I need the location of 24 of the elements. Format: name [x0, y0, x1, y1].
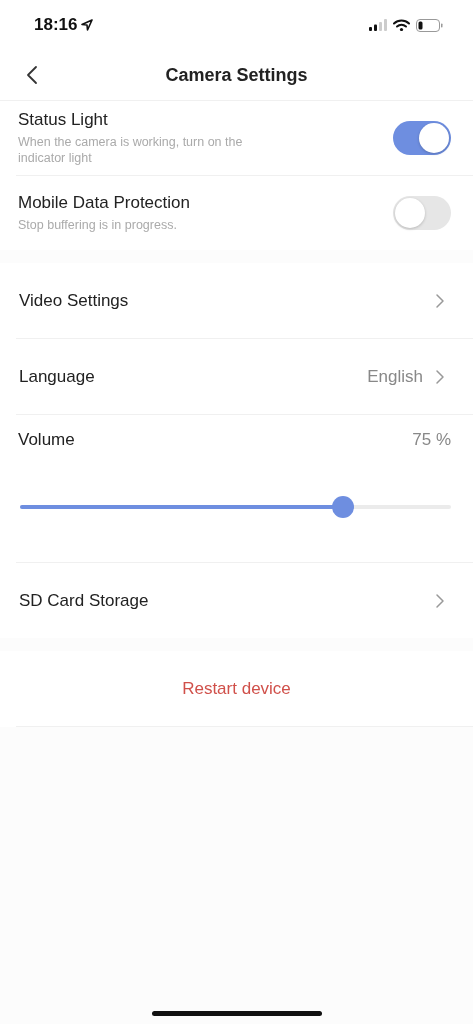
chevron-right-icon	[435, 592, 445, 609]
setting-description: Stop buffering is in progress.	[18, 216, 178, 234]
toggle-switch[interactable]	[393, 196, 451, 230]
setting-label: Volume	[18, 430, 75, 450]
chevron-right-icon	[435, 292, 445, 309]
setting-description: When the camera is working, turn on the indicator light	[18, 133, 244, 167]
settings-row[interactable]: SD Card Storage	[16, 563, 473, 638]
volume-reading: 75 %	[412, 430, 451, 450]
battery-icon	[416, 18, 443, 32]
toggle-switch[interactable]	[393, 121, 451, 155]
wifi-icon	[393, 19, 410, 31]
status-time: 18:16	[34, 15, 78, 35]
setting-label: Status Light	[18, 109, 109, 130]
screen-title: Camera Settings	[165, 64, 308, 86]
signal-icon	[369, 19, 387, 31]
location-arrow-icon	[81, 19, 94, 31]
settings-row[interactable]: Video Settings	[16, 263, 473, 339]
chevron-right-icon	[435, 368, 445, 385]
chevron-left-icon	[26, 65, 38, 85]
setting-value: English	[367, 366, 423, 387]
restart-device-button[interactable]: Restart device	[176, 677, 297, 700]
settings-row[interactable]: Language English	[16, 339, 473, 415]
setting-label: Mobile Data Protection	[18, 192, 191, 213]
volume-slider[interactable]	[20, 495, 451, 519]
